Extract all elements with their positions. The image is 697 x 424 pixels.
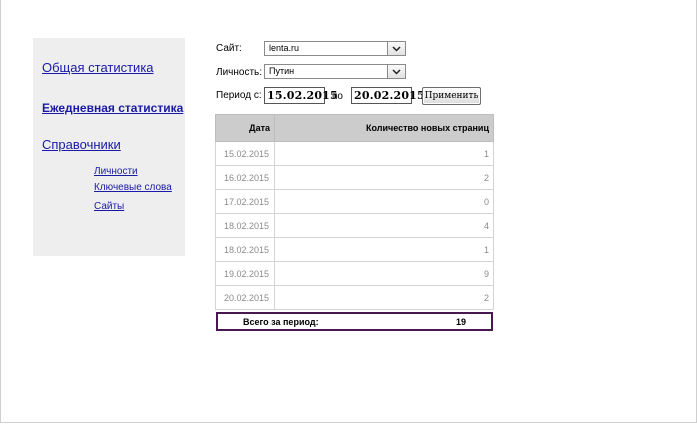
row-count: 2: [274, 285, 494, 310]
chevron-down-icon[interactable]: [387, 42, 405, 55]
date-to-input[interactable]: 20.02.2015: [351, 87, 425, 104]
total-value: 19: [456, 317, 467, 327]
table-row: 16.02.2015 2: [215, 165, 494, 190]
stats-table: Дата Количество новых страниц 15.02.2015…: [215, 114, 494, 310]
period-to-label: по: [332, 91, 343, 102]
apply-button[interactable]: Применить: [422, 87, 481, 105]
nav-sub-sites[interactable]: Сайты: [94, 201, 124, 212]
table-row: 18.02.2015 4: [215, 213, 494, 238]
site-label: Сайт:: [216, 43, 242, 54]
row-count: 2: [274, 165, 494, 190]
table-row: 18.02.2015 1: [215, 237, 494, 262]
column-header-count: Количество новых страниц: [274, 114, 494, 142]
site-select[interactable]: lenta.ru: [264, 41, 406, 56]
sidebar: Общая статистика Ежедневная статистика С…: [33, 38, 185, 256]
total-row: Всего за период: 19: [216, 312, 493, 331]
row-date: 17.02.2015: [215, 189, 275, 214]
row-date: 15.02.2015: [215, 141, 275, 166]
period-label: Период с:: [216, 90, 262, 101]
row-date: 18.02.2015: [215, 237, 275, 262]
table-row: 15.02.2015 1: [215, 141, 494, 166]
nav-sub-persons[interactable]: Личности: [94, 166, 138, 177]
total-label: Всего за период:: [243, 317, 319, 327]
nav-general-stats[interactable]: Общая статистика: [42, 60, 154, 75]
column-header-date: Дата: [215, 114, 275, 142]
row-date: 18.02.2015: [215, 213, 275, 238]
table-row: 20.02.2015 2: [215, 285, 494, 310]
table-row: 17.02.2015 0: [215, 189, 494, 214]
nav-daily-stats[interactable]: Ежедневная статистика: [42, 101, 183, 115]
row-count: 9: [274, 261, 494, 286]
chevron-down-icon[interactable]: [387, 65, 405, 78]
row-count: 4: [274, 213, 494, 238]
row-count: 0: [274, 189, 494, 214]
table-row: 19.02.2015 9: [215, 261, 494, 286]
nav-sub-keywords[interactable]: Ключевые слова: [94, 182, 172, 193]
person-select[interactable]: Путин: [264, 64, 406, 79]
row-date: 19.02.2015: [215, 261, 275, 286]
date-from-input[interactable]: 15.02.2015: [264, 87, 338, 104]
table-header-row: Дата Количество новых страниц: [215, 114, 494, 142]
row-date: 20.02.2015: [215, 285, 275, 310]
person-label: Личность:: [216, 67, 263, 78]
row-date: 16.02.2015: [215, 165, 275, 190]
row-count: 1: [274, 237, 494, 262]
site-select-value: lenta.ru: [269, 43, 300, 53]
nav-reference[interactable]: Справочники: [42, 137, 121, 152]
person-select-value: Путин: [269, 66, 295, 76]
row-count: 1: [274, 141, 494, 166]
